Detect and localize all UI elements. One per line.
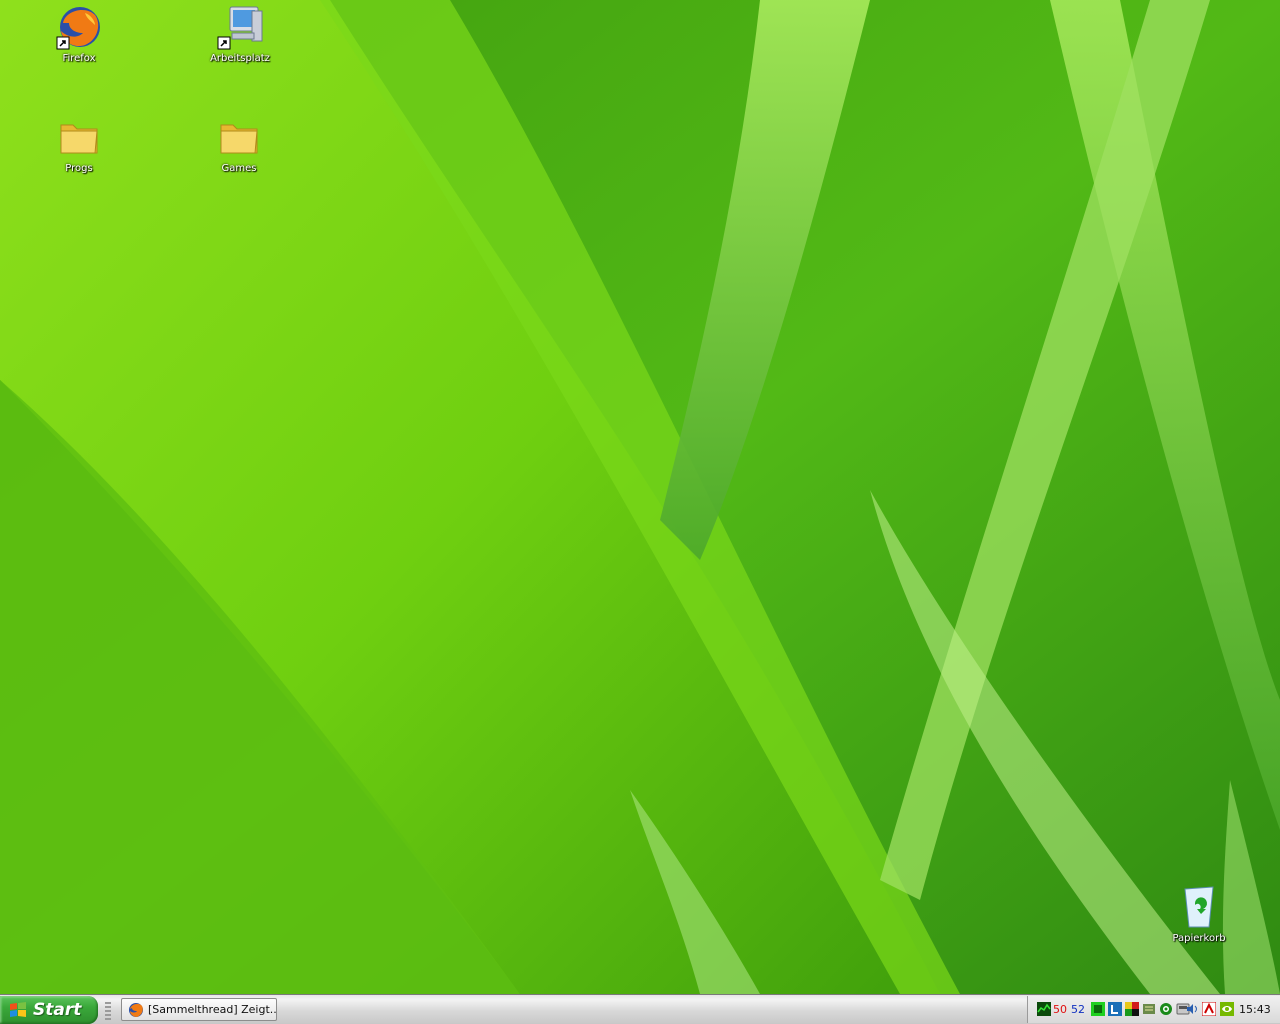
desktop-icon-progs[interactable]: Progs xyxy=(41,113,117,174)
tray-value-blue: 52 xyxy=(1071,1003,1085,1016)
taskbar-window-button[interactable]: [Sammelthread] Zeigt... xyxy=(121,998,277,1021)
nvidia-icon[interactable] xyxy=(1220,1002,1234,1016)
desktop-icon-papierkorb[interactable]: Papierkorb xyxy=(1161,883,1237,944)
start-label: Start xyxy=(33,1000,82,1020)
taskbar-window-title: [Sammelthread] Zeigt... xyxy=(148,1003,277,1016)
desktop-wallpaper xyxy=(0,0,1280,994)
desktop-icon-label: Firefox xyxy=(62,53,96,64)
antivirus-icon[interactable] xyxy=(1202,1002,1216,1016)
taskbar-grip[interactable] xyxy=(105,1002,111,1020)
desktop-icon-label: Games xyxy=(221,163,257,174)
desktop-icon-label: Papierkorb xyxy=(1172,933,1226,944)
network-monitor-icon[interactable] xyxy=(1037,1002,1051,1016)
recycle-bin-icon xyxy=(1184,886,1214,928)
green-app-icon[interactable] xyxy=(1091,1002,1105,1016)
my-computer-icon xyxy=(217,6,263,50)
desktop-icon-arbeitsplatz[interactable]: Arbeitsplatz xyxy=(202,3,278,64)
firefox-icon xyxy=(129,1003,143,1017)
color-squares-icon[interactable] xyxy=(1125,1002,1139,1016)
volume-icon[interactable] xyxy=(1185,1002,1199,1016)
taskbar: Start [Sammelthread] Zeigt... 50 52 15:4… xyxy=(0,994,1280,1024)
hardware-icon[interactable] xyxy=(1142,1002,1156,1016)
folder-icon xyxy=(220,124,258,154)
folder-icon xyxy=(60,124,98,154)
blue-l-icon[interactable] xyxy=(1108,1002,1122,1016)
desktop-icon-label: Progs xyxy=(65,163,93,174)
system-tray: 50 52 15:43 xyxy=(1027,996,1280,1023)
tray-value-red: 50 xyxy=(1053,1003,1067,1016)
desktop-icon-firefox[interactable]: Firefox xyxy=(41,3,117,64)
desktop-icon-games[interactable]: Games xyxy=(201,113,277,174)
tray-clock[interactable]: 15:43 xyxy=(1239,1003,1271,1016)
start-button[interactable]: Start xyxy=(0,996,98,1024)
desktop-icon-label: Arbeitsplatz xyxy=(210,53,270,64)
firefox-icon xyxy=(56,7,100,50)
windows-logo-icon xyxy=(10,1002,26,1017)
settings-gear-icon[interactable] xyxy=(1159,1002,1173,1016)
